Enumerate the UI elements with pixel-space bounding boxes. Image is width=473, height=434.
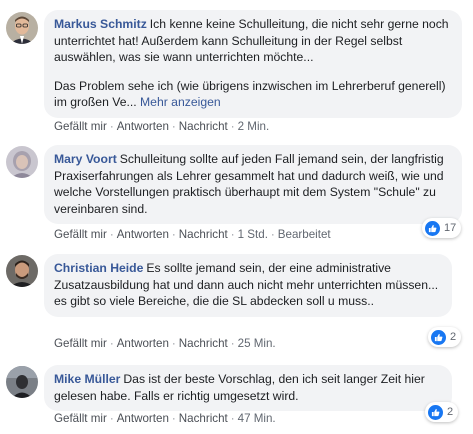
author-name[interactable]: Markus Schmitz — [54, 17, 147, 31]
reply-link[interactable]: Antworten — [117, 412, 169, 425]
comment-bubble: Christian Heide Es sollte jemand sein, de… — [44, 254, 452, 317]
thumbs-up-icon — [428, 404, 443, 420]
reaction-count-badge[interactable]: 2 — [428, 327, 462, 347]
comment-text-2: Das Problem sehe ich (wie übrigens inzwi… — [54, 78, 446, 110]
avatar[interactable] — [6, 366, 38, 398]
comment-actions: Gefällt mir · Antworten · Nachricht · 25 Min. — [54, 337, 276, 350]
reply-link[interactable]: Antworten — [117, 120, 169, 133]
reaction-count: 17 — [444, 222, 457, 234]
author-name[interactable]: Mary Voort — [54, 152, 117, 166]
avatar[interactable] — [6, 255, 38, 287]
timestamp[interactable]: 47 Min. — [238, 412, 276, 425]
comment-actions: Gefällt mir · Antworten · Nachricht · 47 Min. — [54, 412, 276, 425]
reply-link[interactable]: Antworten — [117, 228, 169, 241]
message-link[interactable]: Nachricht — [179, 120, 228, 133]
comment-actions: Gefällt mir · Antworten · Nachricht · 1 Std. · B… — [54, 228, 331, 241]
like-link[interactable]: Gefällt mir — [54, 412, 107, 425]
reaction-count: 2 — [450, 331, 457, 343]
user-photo-icon — [6, 366, 38, 398]
message-link[interactable]: Nachricht — [179, 337, 228, 350]
reaction-count-badge[interactable]: 2 — [425, 402, 459, 422]
thumbs-up-icon — [425, 220, 440, 236]
author-name[interactable]: Christian Heide — [54, 261, 143, 275]
timestamp[interactable]: 2 Min. — [238, 120, 270, 133]
avatar[interactable] — [6, 12, 38, 44]
timestamp[interactable]: 25 Min. — [238, 337, 276, 350]
like-link[interactable]: Gefällt mir — [54, 120, 107, 133]
show-more-link[interactable]: Mehr anzeigen — [140, 95, 221, 109]
avatar[interactable] — [6, 146, 38, 178]
comment-bubble: Markus Schmitz Ich kenne keine Schulleitu… — [44, 10, 462, 118]
reply-link[interactable]: Antworten — [117, 337, 169, 350]
comment-paragraph: Markus Schmitz Ich kenne keine Schulleitu… — [54, 16, 452, 66]
comment-bubble: Mary Voort Schulleitung sollte auf jeden … — [44, 145, 462, 224]
user-photo-icon — [6, 146, 38, 178]
reaction-count: 2 — [447, 406, 454, 418]
edited-label[interactable]: Bearbeitet — [278, 228, 331, 241]
user-photo-icon — [6, 255, 38, 287]
comment-bubble: Mike Müller Das ist der beste Vorschlag, … — [44, 365, 452, 411]
author-name[interactable]: Mike Müller — [54, 372, 120, 386]
user-photo-icon — [6, 12, 38, 44]
comment-paragraph-2: Das Problem sehe ich (wie übrigens inzwi… — [54, 78, 452, 111]
message-link[interactable]: Nachricht — [179, 412, 228, 425]
thumbs-up-icon — [431, 329, 446, 345]
reaction-count-badge[interactable]: 17 — [422, 218, 462, 238]
comment-actions: Gefällt mir · Antworten · Nachricht · 2 Min. — [54, 120, 270, 133]
like-link[interactable]: Gefällt mir — [54, 337, 107, 350]
timestamp[interactable]: 1 Std. — [238, 228, 268, 241]
like-link[interactable]: Gefällt mir — [54, 228, 107, 241]
message-link[interactable]: Nachricht — [179, 228, 228, 241]
